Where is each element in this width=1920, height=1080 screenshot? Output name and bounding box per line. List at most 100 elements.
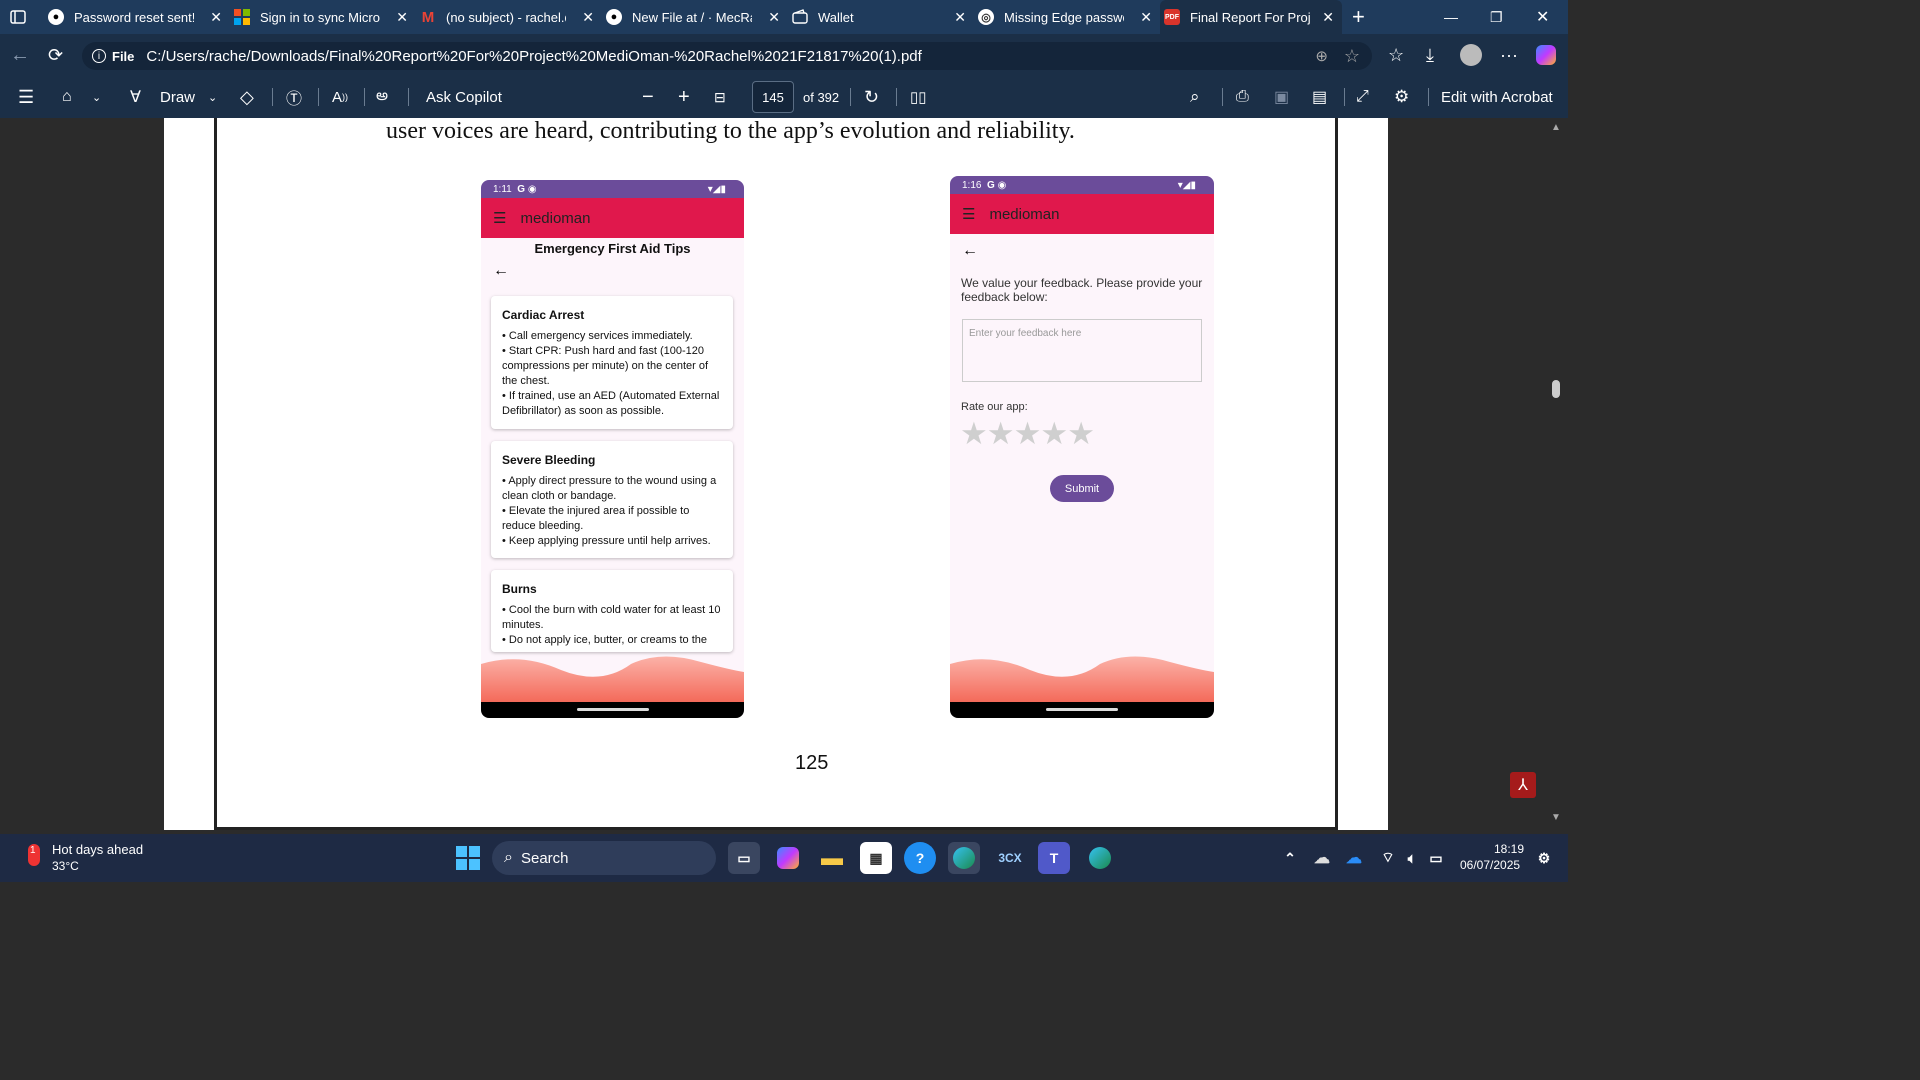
fit-width-icon[interactable]: ⊟ <box>714 76 726 118</box>
tab-title: Missing Edge passwords <box>1004 9 1124 25</box>
store-icon[interactable]: ▦ <box>860 842 892 874</box>
onedrive-icon[interactable]: ☁ <box>1338 842 1370 874</box>
fullscreen-icon[interactable]: ⤢ <box>1356 76 1369 118</box>
phone-screenshot-feedback: 1:16 G ◉ ▾◢▮ ☰ medioman ← We value your f… <box>950 176 1214 718</box>
edit-with-acrobat-button[interactable]: Edit with Acrobat <box>1441 76 1553 118</box>
translate-icon[interactable]: అ <box>376 76 388 118</box>
status-time: 1:11 <box>493 183 512 195</box>
vertical-scrollbar[interactable]: ▲ ▼ <box>1546 118 1568 830</box>
back-button[interactable]: ← <box>10 34 30 76</box>
app-title: medioman <box>520 209 591 227</box>
print-icon[interactable]: ⎙ <box>1236 76 1249 118</box>
cloud-icon[interactable]: ☁ <box>1306 842 1338 874</box>
close-icon[interactable]: ✕ <box>582 9 594 26</box>
task-view-icon[interactable]: ▭ <box>728 842 760 874</box>
settings-gear-icon[interactable]: ⚙ <box>1394 76 1409 118</box>
scrollbar-thumb[interactable] <box>1552 380 1560 398</box>
tab-1[interactable]: Sign in to sync Microsoft ✕ <box>234 0 416 34</box>
card-severe-bleeding: Severe Bleeding • Apply direct pressure … <box>491 441 733 558</box>
battery-icon[interactable]: ▭ <box>1420 842 1452 874</box>
scroll-down-icon[interactable]: ▼ <box>1551 812 1561 823</box>
restore-button[interactable]: ❐ <box>1490 0 1503 34</box>
rotate-icon[interactable]: ↻ <box>864 76 879 118</box>
save-icon[interactable]: ▣ <box>1274 76 1289 118</box>
zoom-icon[interactable]: ⊕ <box>1315 47 1328 65</box>
chevron-down-icon[interactable]: ⌄ <box>208 76 217 118</box>
new-tab-button[interactable]: + <box>1352 0 1365 34</box>
close-icon[interactable]: ✕ <box>1322 9 1334 26</box>
weather-icon[interactable]: 1 <box>20 842 46 872</box>
card-cardiac-arrest: Cardiac Arrest • Call emergency services… <box>491 296 733 429</box>
favorites-icon[interactable]: ☆ <box>1388 34 1404 76</box>
teams-icon[interactable]: T <box>1038 842 1070 874</box>
tab-4[interactable]: Wallet ✕ <box>792 0 974 34</box>
text-box-icon[interactable]: Ⓣ <box>286 76 302 118</box>
status-time: 1:16 <box>962 179 982 191</box>
card-item: • Start CPR: Push hard and fast (100-120… <box>502 345 709 387</box>
address-input[interactable]: i File C:/Users/rache/Downloads/Final%20… <box>82 42 1372 70</box>
ask-copilot-button[interactable]: Ask Copilot <box>426 76 502 118</box>
card-item: • Call emergency services immediately. <box>502 330 693 342</box>
eraser-icon[interactable]: ◇ <box>240 76 254 118</box>
page-number: 125 <box>795 752 829 774</box>
draw-icon[interactable]: ∀ <box>130 76 141 118</box>
app-title: medioman <box>989 205 1060 223</box>
clock-time[interactable]: 18:19 <box>1494 842 1524 856</box>
edge-browser-icon[interactable] <box>948 842 980 874</box>
draw-button[interactable]: Draw <box>160 76 195 118</box>
taskbar-search[interactable]: ⌕ Search <box>492 841 716 875</box>
pdf-icon: PDF <box>1164 9 1180 25</box>
close-icon[interactable]: ✕ <box>954 9 966 26</box>
zoom-in-button[interactable]: + <box>678 76 690 118</box>
refresh-button[interactable]: ⟳ <box>48 34 63 76</box>
file-explorer-icon[interactable]: ▬ <box>816 842 848 874</box>
3cx-icon[interactable]: 3CX <box>994 842 1026 874</box>
notification-icon[interactable]: ⚙ <box>1528 842 1560 874</box>
close-icon[interactable]: ✕ <box>1140 9 1152 26</box>
copilot-icon[interactable] <box>1536 34 1556 76</box>
tab-6-active[interactable]: PDF Final Report For Project ✕ <box>1160 0 1342 34</box>
scroll-up-icon[interactable]: ▲ <box>1551 122 1561 133</box>
search-icon[interactable]: ⌕ <box>1190 76 1200 118</box>
read-aloud-icon[interactable]: A)) <box>332 76 348 118</box>
close-icon[interactable]: ✕ <box>768 9 780 26</box>
highlight-icon[interactable]: ⌂ <box>62 76 72 118</box>
star-icon: ★ <box>986 416 1015 451</box>
downloads-icon[interactable]: ⤓ <box>1426 34 1434 76</box>
card-title: Burns <box>502 582 537 596</box>
minimize-button[interactable]: — <box>1444 0 1458 34</box>
nav-bar <box>950 702 1214 718</box>
chevron-down-icon[interactable]: ⌄ <box>92 76 101 118</box>
taskbar: 1 Hot days ahead 33°C ⌕ Search ▭ ▬ ▦ ? 3… <box>0 834 1568 882</box>
copilot-app-icon[interactable] <box>772 842 804 874</box>
weather-title[interactable]: Hot days ahead <box>52 842 143 857</box>
zoom-out-button[interactable]: − <box>642 76 654 118</box>
favorite-star-icon[interactable]: ☆ <box>1344 46 1360 67</box>
edge-dev-icon[interactable] <box>1084 842 1116 874</box>
status-bar: 1:16 G ◉ ▾◢▮ <box>950 176 1214 194</box>
tab-5[interactable]: ◎ Missing Edge passwords ✕ <box>978 0 1160 34</box>
tab-0[interactable]: ● Password reset sent! · G ✕ <box>48 0 230 34</box>
page-total: of 392 <box>803 89 840 105</box>
tab-3[interactable]: ● New File at / · MecRach ✕ <box>606 0 788 34</box>
tab-title: Password reset sent! · G <box>74 9 194 25</box>
contents-icon[interactable]: ☰ <box>18 76 34 118</box>
profile-avatar[interactable] <box>1460 34 1482 76</box>
decorative-wave <box>950 656 1214 702</box>
windows-start-icon[interactable] <box>452 842 484 874</box>
close-icon[interactable]: ✕ <box>210 9 222 26</box>
tab-2[interactable]: M (no subject) - rachel.ds ✕ <box>420 0 602 34</box>
help-icon[interactable]: ? <box>904 842 936 874</box>
more-menu-icon[interactable]: ··· <box>1500 34 1518 76</box>
tab-actions-icon[interactable] <box>10 0 26 34</box>
acrobat-icon[interactable]: ⅄ <box>1510 772 1536 798</box>
page-number-input[interactable]: 145 <box>752 81 794 113</box>
chevron-up-icon[interactable]: ⌃ <box>1274 842 1306 874</box>
window-close-button[interactable]: ✕ <box>1536 0 1549 34</box>
page-view-icon[interactable]: ▯▯ <box>910 76 927 118</box>
save-as-icon[interactable]: ▤ <box>1312 76 1327 118</box>
clock-date[interactable]: 06/07/2025 <box>1460 858 1520 872</box>
nav-bar <box>481 702 744 718</box>
star-icon: ★ <box>960 416 988 451</box>
close-icon[interactable]: ✕ <box>396 9 408 26</box>
